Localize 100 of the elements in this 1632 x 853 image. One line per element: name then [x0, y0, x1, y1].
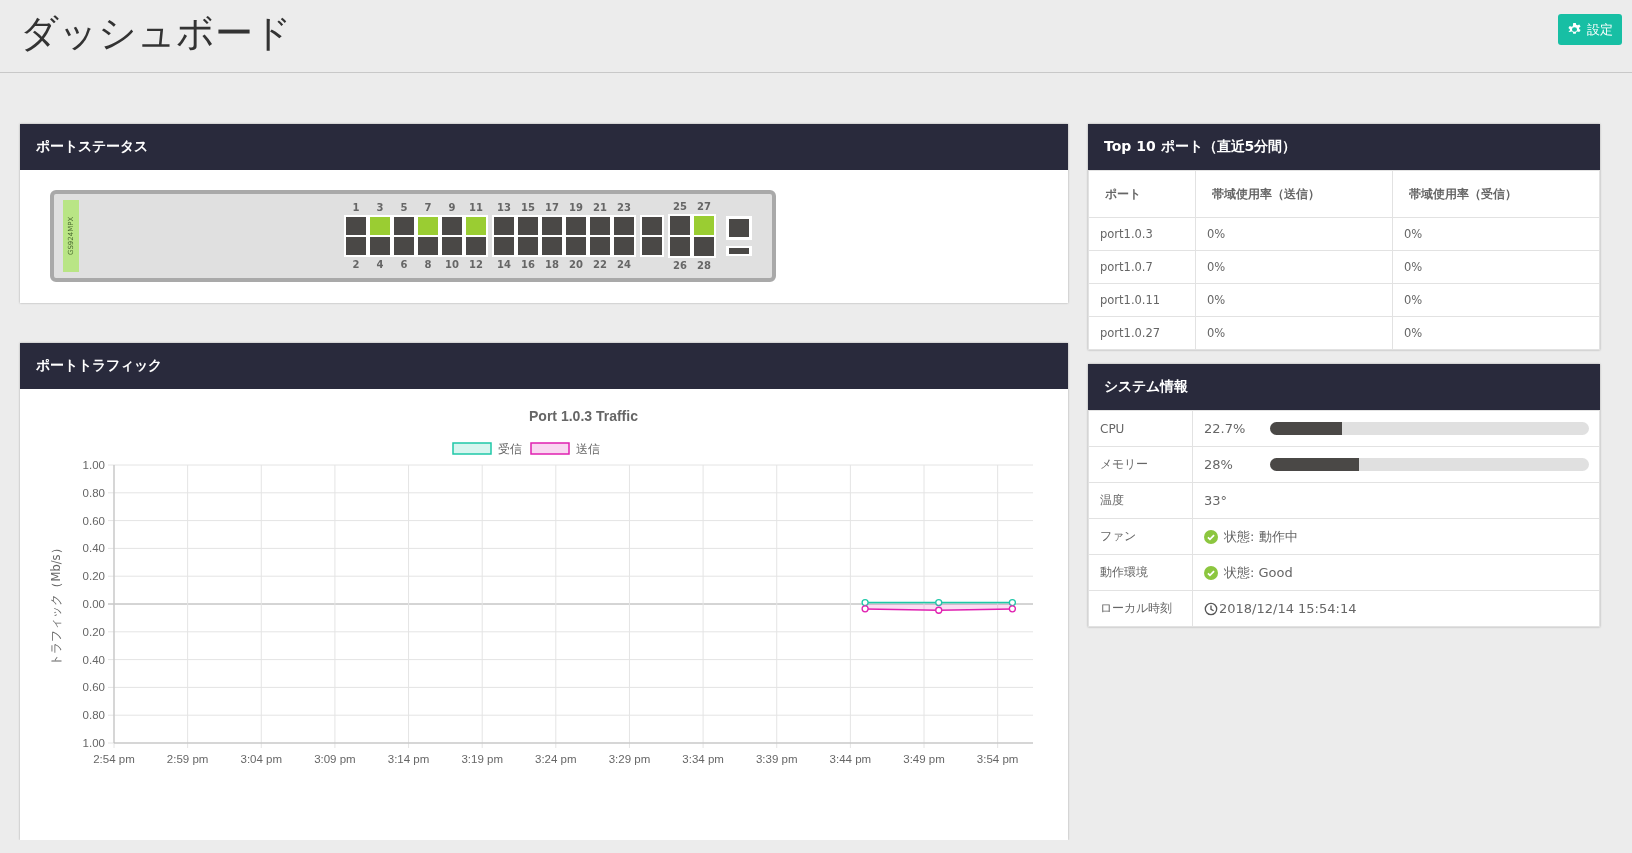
x-tick-label: 2:59 pm	[166, 753, 209, 765]
row-label: 温度	[1088, 482, 1193, 519]
card-title: Top 10 ポート（直近5分間）	[1104, 138, 1297, 156]
row-label: メモリー	[1088, 446, 1193, 483]
legend-label: 受信	[498, 442, 522, 456]
x-tick-label: 3:24 pm	[535, 753, 577, 765]
table-cell: 0%	[1195, 217, 1393, 251]
table-cell: 0%	[1392, 283, 1600, 317]
port-number: 28	[696, 259, 712, 273]
port-number: 6	[399, 258, 409, 272]
x-tick-label: 3:14 pm	[387, 753, 430, 765]
x-tick-label: 3:09 pm	[314, 753, 356, 765]
port-number: 5	[399, 201, 409, 215]
table-cell: port1.0.11	[1088, 283, 1196, 317]
row-label: ファン	[1088, 518, 1193, 555]
x-tick-label: 3:34 pm	[682, 753, 724, 765]
port-icon	[729, 219, 749, 237]
port-number: 10	[444, 258, 460, 272]
status-text: 状態: 動作中	[1224, 527, 1298, 546]
column-header: ポート	[1088, 170, 1196, 218]
slot-icon	[729, 248, 749, 254]
legend-item: 送信	[530, 442, 600, 456]
y-tick-label: 0.00	[82, 598, 105, 610]
y-axis-label: トラフィック（Mb/s）	[49, 542, 63, 666]
y-tick-label: 1.00	[82, 737, 105, 749]
table-cell: 0%	[1195, 316, 1393, 350]
value-text: 33°	[1204, 493, 1228, 508]
y-tick-label: 1.00	[82, 459, 105, 471]
port-number: 17	[544, 201, 560, 215]
port-number: 11	[468, 201, 484, 215]
x-tick-label: 3:49 pm	[903, 753, 945, 765]
y-tick-label: 0.20	[82, 625, 105, 638]
point	[935, 606, 943, 614]
row-label: 動作環境	[1088, 554, 1193, 591]
y-tick-label: 0.80	[82, 709, 105, 722]
y-tick-label: 0.60	[82, 681, 105, 694]
port-number: 4	[375, 258, 385, 272]
x-tick-label: 2:54 pm	[93, 753, 135, 765]
y-tick-label: 0.40	[82, 542, 105, 555]
port-number: 19	[568, 201, 584, 215]
column-header: 帯域使用率（受信）	[1392, 170, 1600, 218]
port-number: 13	[496, 201, 512, 215]
port-icon	[642, 237, 662, 255]
port-icon	[642, 217, 662, 235]
y-tick-label: 0.60	[82, 514, 105, 527]
settings-button[interactable]: 設定	[1558, 14, 1622, 45]
x-tick-label: 3:39 pm	[755, 753, 798, 765]
port-number: 26	[672, 259, 688, 273]
x-tick-label: 3:54 pm	[976, 753, 1019, 765]
legend-item: 受信	[452, 442, 522, 456]
y-tick-label: 0.20	[82, 570, 105, 583]
time-text: 2018/12/14 15:54:14	[1219, 601, 1357, 616]
row-label: CPU	[1088, 410, 1193, 447]
port-number: 24	[616, 258, 632, 272]
table-cell: 0%	[1392, 250, 1600, 284]
port-number: 3	[375, 201, 385, 215]
port-number: 2	[351, 258, 361, 272]
value-text: 28%	[1204, 457, 1234, 472]
card-title: ポートステータス	[36, 138, 148, 156]
row-label: ローカル時刻	[1088, 590, 1193, 627]
point	[861, 598, 869, 607]
port-number: 7	[423, 201, 433, 215]
port-number: 21	[592, 201, 608, 215]
table-cell: port1.0.3	[1088, 217, 1196, 251]
table-cell: port1.0.7	[1088, 250, 1196, 284]
x-tick-label: 3:19 pm	[461, 753, 503, 765]
table-cell: 0%	[1392, 217, 1600, 251]
port-number: 25	[672, 200, 688, 214]
card-title: ポートトラフィック	[36, 357, 162, 375]
port-number: 27	[696, 200, 712, 214]
y-tick-label: 0.40	[82, 653, 105, 666]
port-number: 9	[447, 201, 457, 215]
column-header: 帯域使用率（送信）	[1195, 170, 1393, 218]
point	[861, 605, 869, 613]
status-text: 状態: Good	[1224, 563, 1293, 582]
clock-icon	[1204, 601, 1218, 616]
port-number: 14	[496, 258, 512, 272]
card-title: システム情報	[1104, 378, 1188, 396]
port-number: 18	[544, 258, 560, 272]
settings-icon	[1567, 22, 1582, 37]
table-cell: 0%	[1195, 283, 1393, 317]
y-tick-label: 0.80	[82, 486, 105, 499]
point	[1008, 598, 1017, 607]
chart-title: Port 1.0.3 Traffic	[529, 408, 638, 424]
port-number: 15	[520, 201, 536, 215]
port-number: 20	[568, 258, 584, 272]
port-number: 22	[592, 258, 608, 272]
port-number: 16	[520, 258, 536, 272]
table-cell: 0%	[1392, 316, 1600, 350]
port-number: 8	[423, 258, 433, 272]
value-text: 22.7%	[1204, 421, 1247, 436]
port-number: 12	[468, 258, 484, 272]
legend-label: 送信	[576, 442, 600, 456]
x-tick-label: 3:29 pm	[608, 753, 651, 765]
point	[1008, 605, 1017, 613]
page-title: ダッシュボード	[20, 10, 292, 57]
x-tick-label: 3:04 pm	[240, 753, 283, 765]
port-number: 1	[351, 201, 361, 215]
x-tick-label: 3:44 pm	[829, 753, 872, 765]
point	[935, 598, 943, 607]
